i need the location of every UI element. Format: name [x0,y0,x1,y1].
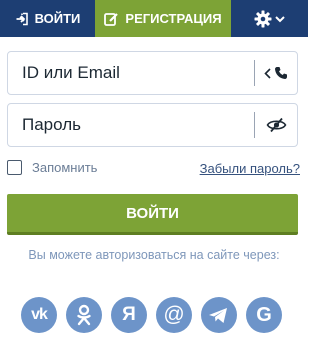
phone-login-toggle[interactable] [255,52,297,94]
mail-icon: @ [163,303,185,326]
social-login-hint: Вы можете авторизоваться на сайте через: [28,248,280,262]
eye-slash-icon [266,117,287,133]
tab-register-label: РЕГИСТРАЦИЯ [125,11,222,26]
google-icon: G [256,303,272,326]
social-telegram-button[interactable] [201,297,237,333]
remember-label: Запомнить [32,160,98,175]
social-login-buttons: vk Я @ G [21,297,282,333]
phone-icon [274,66,288,80]
settings-menu-button[interactable] [231,0,308,37]
vk-icon: vk [31,306,48,323]
telegram-icon [208,307,228,324]
yandex-icon: Я [122,304,136,325]
tab-login-label: ВОЙТИ [34,11,81,26]
show-password-button[interactable] [255,104,297,146]
login-icon [15,12,29,26]
auth-tabs: ВОЙТИ РЕГИСТРАЦИЯ [0,0,308,37]
login-field [7,51,298,95]
social-google-button[interactable]: G [246,297,282,333]
gear-icon [254,10,272,28]
remember-me[interactable]: Запомнить [7,160,97,175]
social-mail-button[interactable]: @ [156,297,192,333]
login-submit-button[interactable]: ВОЙТИ [7,194,298,235]
edit-icon [104,12,119,26]
social-vk-button[interactable]: vk [21,297,57,333]
odnoklassniki-icon [76,304,92,326]
password-input[interactable] [8,104,254,146]
chevron-down-icon [275,15,285,23]
chevron-left-icon [264,67,271,79]
login-input[interactable] [8,52,254,94]
tab-login[interactable]: ВОЙТИ [0,0,95,37]
tab-register[interactable]: РЕГИСТРАЦИЯ [95,0,231,37]
password-field [7,103,298,147]
social-odnoklassniki-button[interactable] [66,297,102,333]
remember-checkbox[interactable] [7,160,22,175]
social-yandex-button[interactable]: Я [111,297,147,333]
forgot-password-link[interactable]: Забыли пароль? [200,161,300,176]
